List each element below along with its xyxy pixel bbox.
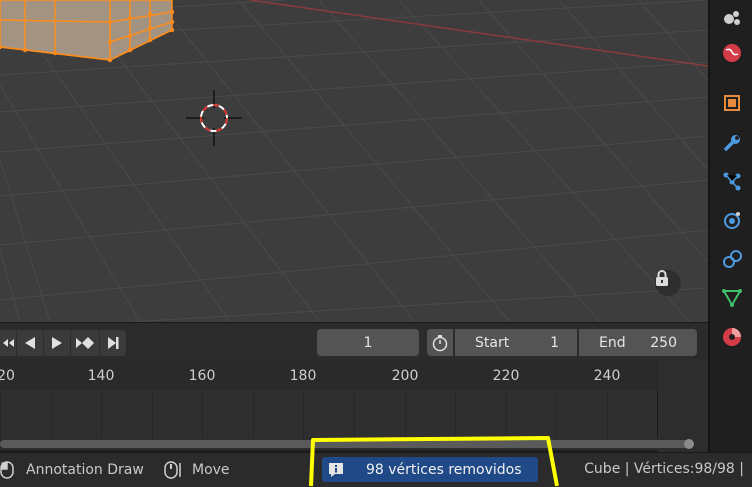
scrollbar-handle[interactable] [684,439,694,449]
jump-back-keyframe-button[interactable] [0,330,16,356]
timeline-area[interactable] [0,390,658,438]
current-frame-value: 1 [363,334,373,351]
3d-viewport[interactable] [0,0,708,322]
physics-icon[interactable] [714,203,750,237]
wrench-icon[interactable] [714,126,750,160]
start-value: 1 [550,334,559,351]
play-button[interactable] [44,330,70,356]
material-icon[interactable] [714,320,750,354]
mesh-data-icon[interactable] [714,280,750,314]
tick-label: 240 [593,368,621,384]
tick-label: 180 [289,368,317,384]
world-icon[interactable] [714,36,750,70]
timeline-scrollbar[interactable] [0,438,698,450]
end-frame-field[interactable]: End 250 [579,329,697,356]
status-bar: Annotation Draw Move 98 vértices removid… [0,452,752,487]
constraints-icon[interactable] [714,242,750,276]
end-label: End [599,334,626,351]
current-frame-field[interactable]: 1 [317,329,419,356]
start-label: Start [475,334,510,351]
play-reverse-button[interactable] [17,330,43,356]
annotation-draw-hint: Annotation Draw [0,461,144,479]
tick-label: 140 [87,368,115,384]
stopwatch-icon[interactable] [427,329,453,356]
lock-icon[interactable] [655,270,681,296]
mouse-middle-icon [164,461,181,479]
timeline-ruler[interactable]: 20 140 160 180 200 220 240 [0,360,658,390]
object-icon[interactable] [714,86,750,120]
scene-statistics: Cube | Vértices:98/98 | [584,461,744,477]
jump-next-keyframe-button[interactable] [71,330,99,356]
move-label: Move [192,462,230,478]
notification-report[interactable]: 98 vértices removidos [322,457,538,482]
jump-to-end-button[interactable] [100,330,126,356]
particles-icon[interactable] [714,164,750,198]
scene-icon[interactable] [714,0,750,34]
info-icon [322,457,350,482]
move-hint: Move [164,461,230,479]
annotation-label: Annotation Draw [26,462,144,478]
start-frame-field[interactable]: Start 1 [455,329,577,356]
tick-label: 160 [188,368,216,384]
end-value: 250 [650,334,677,351]
mouse-left-icon [0,461,14,479]
timeline-header: 1 Start 1 End 250 [0,322,708,360]
tick-label: 20 [0,368,15,384]
tick-label: 220 [492,368,520,384]
viewport-grid [0,0,708,322]
x-axis-line [249,0,708,67]
tick-label: 200 [391,368,419,384]
properties-tabs [708,0,752,458]
scrollbar-thumb[interactable] [0,440,692,448]
notification-text: 98 vértices removidos [366,461,522,478]
